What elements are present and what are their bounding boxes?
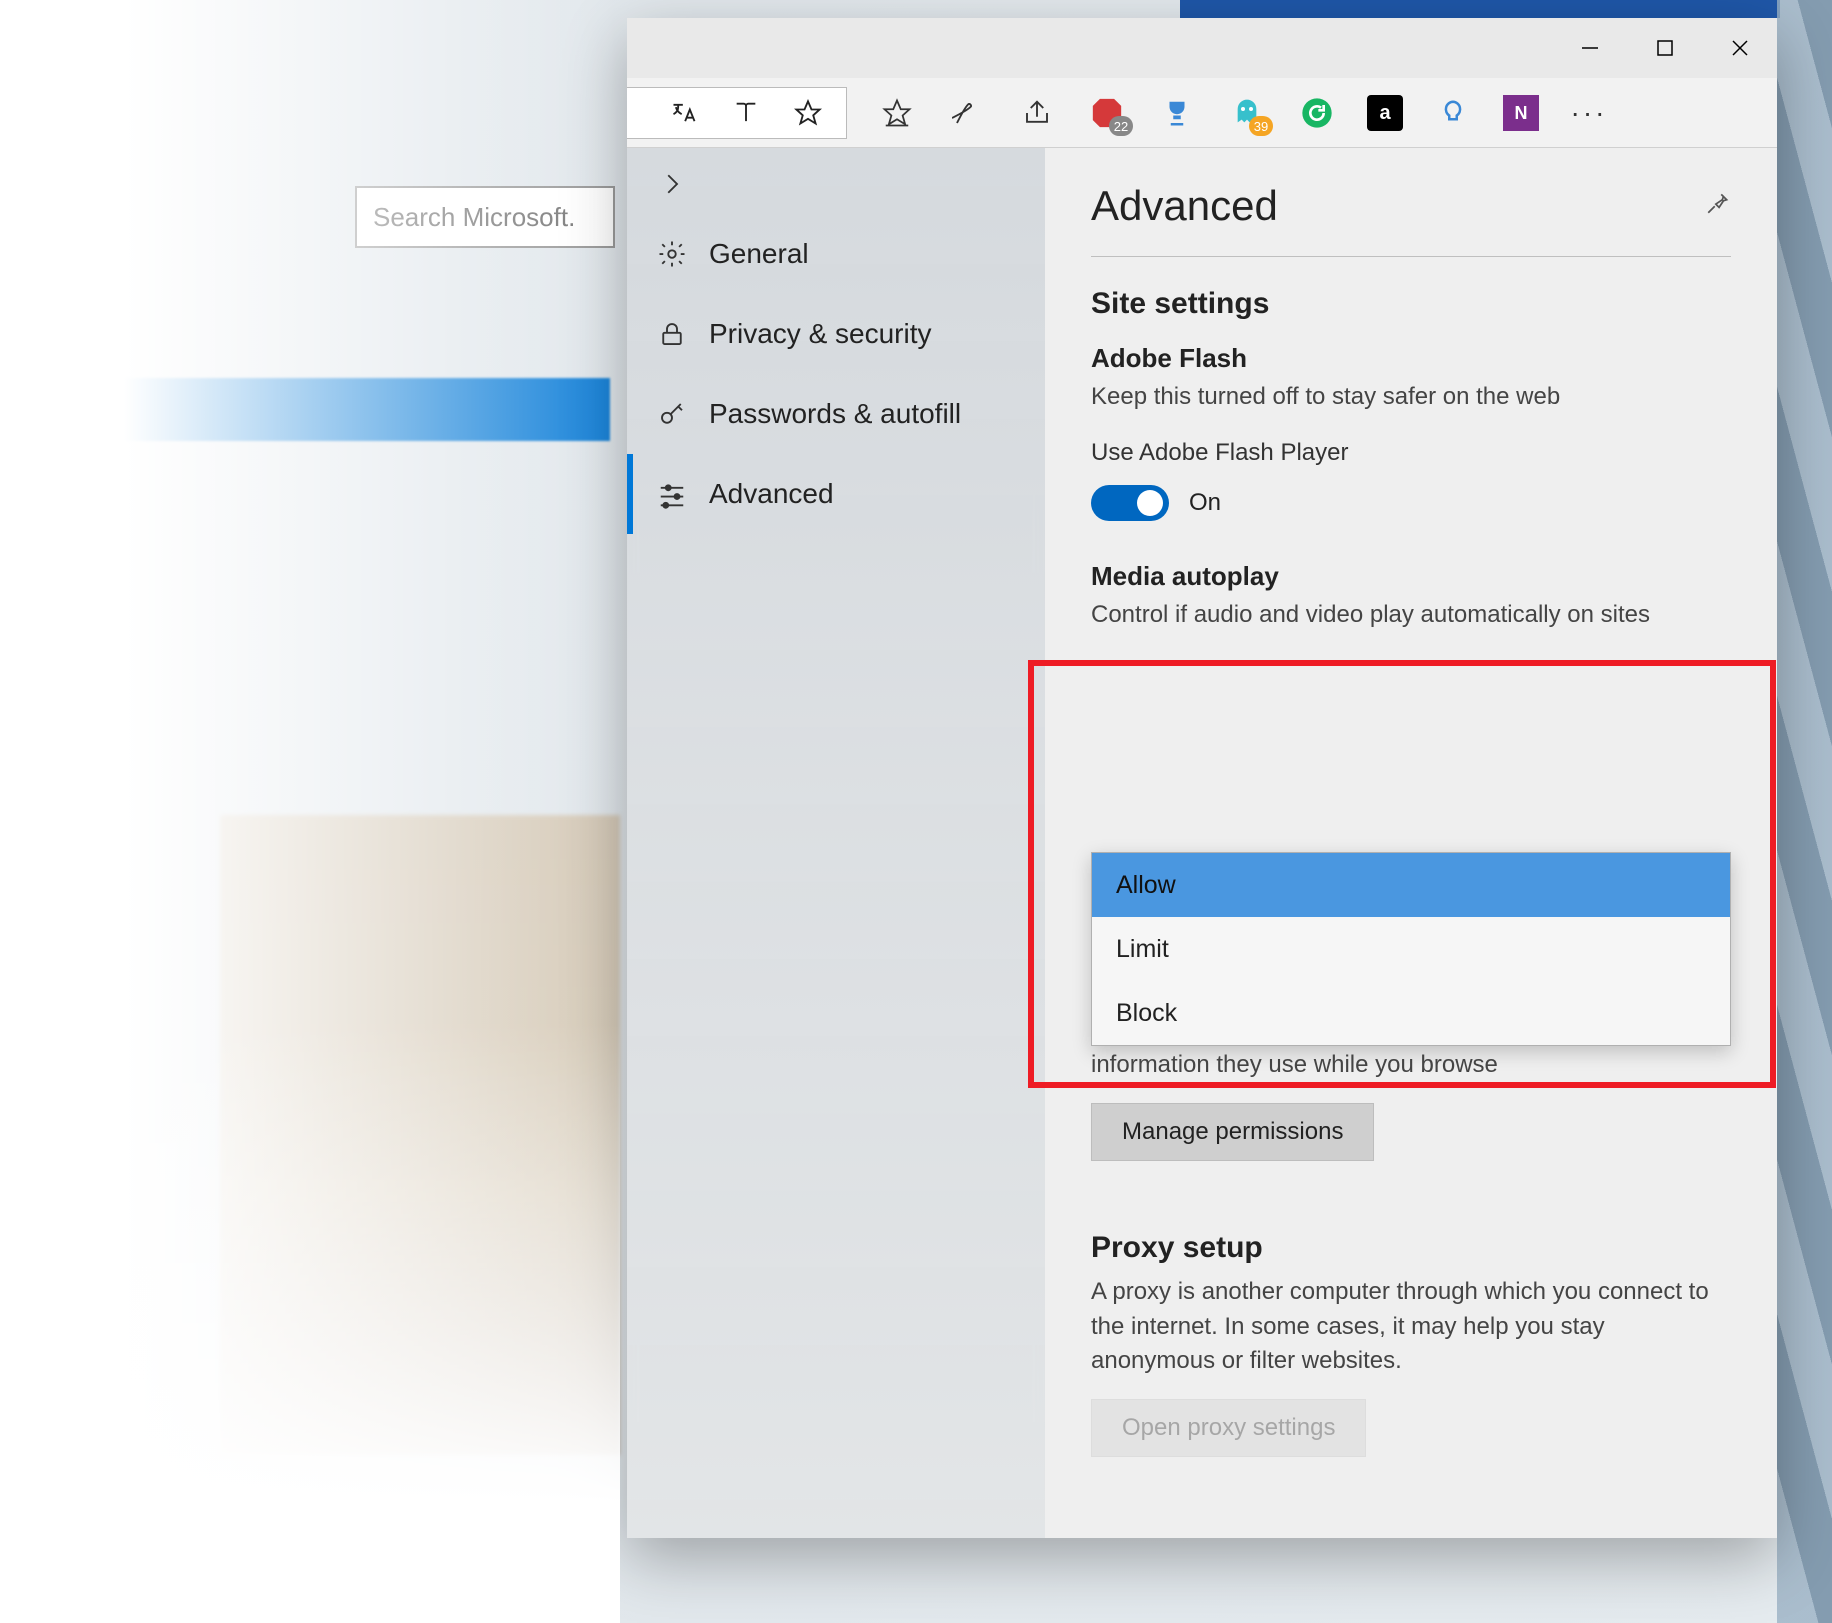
manage-permissions-button[interactable]: Manage permissions <box>1091 1103 1374 1161</box>
section-site-settings: Site settings <box>1091 287 1731 321</box>
window-maximize-button[interactable] <box>1627 18 1702 78</box>
media-autoplay-dropdown[interactable]: Allow Limit Block <box>1091 852 1731 1046</box>
settings-nav: General Privacy & security Passwords & a… <box>627 148 1045 1538</box>
light-icon[interactable] <box>1433 93 1473 133</box>
nav-label: Privacy & security <box>709 318 932 350</box>
nav-label: Passwords & autofill <box>709 398 961 430</box>
pane-title: Advanced <box>1091 182 1278 230</box>
ghostery-badge: 39 <box>1249 116 1273 136</box>
settings-pane: Advanced Site settings Adobe Flash Keep … <box>1045 148 1777 1538</box>
favorites-star-icon[interactable] <box>877 93 917 133</box>
nav-item-passwords[interactable]: Passwords & autofill <box>627 374 1045 454</box>
window-close-button[interactable] <box>1702 18 1777 78</box>
amazon-icon[interactable]: a <box>1367 95 1403 131</box>
pin-icon[interactable] <box>1705 190 1731 223</box>
flash-toggle-label: Use Adobe Flash Player <box>1091 439 1731 467</box>
favorite-star-icon[interactable] <box>788 93 828 133</box>
notes-pen-icon[interactable] <box>947 93 987 133</box>
media-option-block[interactable]: Block <box>1092 981 1730 1045</box>
nav-item-advanced[interactable]: Advanced <box>627 454 1045 534</box>
flash-subhead: Adobe Flash <box>1091 343 1731 374</box>
share-icon[interactable] <box>1017 93 1057 133</box>
adblock-icon[interactable]: 22 <box>1087 93 1127 133</box>
address-bar-actions <box>627 87 847 139</box>
lock-icon <box>655 317 689 351</box>
onenote-icon[interactable]: N <box>1503 95 1539 131</box>
page-search-field[interactable]: Search Microsoft. <box>355 186 615 248</box>
translate-icon[interactable] <box>664 93 704 133</box>
flash-desc: Keep this turned off to stay safer on th… <box>1091 380 1731 415</box>
proxy-title: Proxy setup <box>1091 1231 1731 1265</box>
browser-toolbar: 22 39 a N ··· <box>627 78 1777 148</box>
window-titlebar <box>627 18 1777 78</box>
flash-toggle-state: On <box>1189 489 1221 517</box>
adblock-badge: 22 <box>1109 116 1133 136</box>
trophy-icon[interactable] <box>1157 93 1197 133</box>
nav-item-privacy[interactable]: Privacy & security <box>627 294 1045 374</box>
media-subhead: Media autoplay <box>1091 561 1731 592</box>
background-photo <box>220 815 620 1455</box>
flash-toggle[interactable] <box>1091 485 1169 521</box>
permissions-desc-fragment: information they use while you browse <box>1091 1048 1731 1083</box>
browser-window: 22 39 a N ··· <box>627 18 1777 1538</box>
sliders-icon <box>655 477 689 511</box>
window-minimize-button[interactable] <box>1552 18 1627 78</box>
more-icon[interactable]: ··· <box>1569 93 1609 133</box>
nav-label: General <box>709 238 809 270</box>
grammarly-icon[interactable] <box>1297 93 1337 133</box>
open-proxy-settings-button[interactable]: Open proxy settings <box>1091 1399 1366 1457</box>
key-icon <box>655 397 689 431</box>
media-option-limit[interactable]: Limit <box>1092 917 1730 981</box>
background-accent-bar <box>80 378 610 441</box>
chevron-right-icon <box>655 167 689 201</box>
media-desc: Control if audio and video play automati… <box>1091 598 1731 633</box>
ghostery-icon[interactable]: 39 <box>1227 93 1267 133</box>
proxy-desc: A proxy is another computer through whic… <box>1091 1275 1731 1379</box>
reading-list-icon[interactable] <box>726 93 766 133</box>
media-option-allow[interactable]: Allow <box>1092 853 1730 917</box>
nav-back-chevron[interactable] <box>627 154 1045 214</box>
gear-icon <box>655 237 689 271</box>
nav-label: Advanced <box>709 478 834 510</box>
nav-item-general[interactable]: General <box>627 214 1045 294</box>
